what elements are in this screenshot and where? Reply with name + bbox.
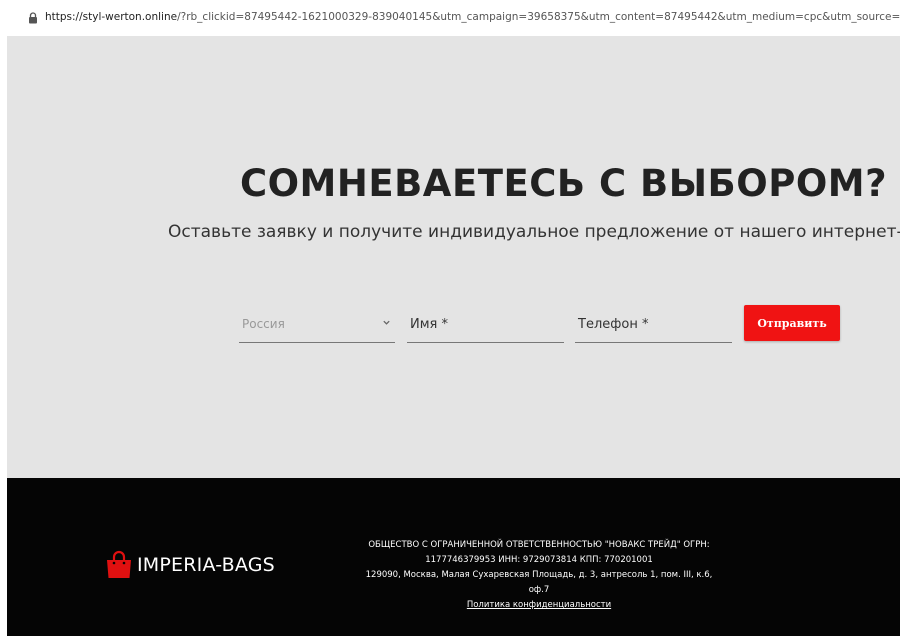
- section-title: СОМНЕВАЕТЕСЬ С ВЫБОРОМ?: [239, 162, 888, 205]
- submit-button[interactable]: Отправить: [744, 305, 840, 341]
- url-text[interactable]: https://styl-werton.online/?rb_clickid=8…: [45, 11, 900, 23]
- phone-placeholder: Телефон *: [578, 317, 649, 332]
- company-line: оф.7: [528, 585, 550, 595]
- bag-icon: [107, 550, 131, 578]
- logo[interactable]: IMPERIA-BAGS: [104, 550, 275, 580]
- privacy-policy-link[interactable]: Политика конфиденциальности: [467, 600, 611, 610]
- company-line: 1177746379953 ИНН: 9729073814 КПП: 77020…: [425, 555, 653, 565]
- logo-text: IMPERIA-BAGS: [137, 554, 275, 576]
- company-line: 129090, Москва, Малая Сухаревская Площад…: [365, 570, 713, 580]
- name-field[interactable]: Имя *: [407, 308, 564, 343]
- country-select[interactable]: Россия: [239, 308, 395, 343]
- callback-section: СОМНЕВАЕТЕСЬ С ВЫБОРОМ? Оставьте заявку …: [7, 36, 900, 478]
- company-line: ОБЩЕСТВО С ОГРАНИЧЕННОЙ ОТВЕТСТВЕННОСТЬЮ…: [368, 540, 710, 550]
- url-path: /?rb_clickid=87495442-1621000329-8390401…: [177, 11, 900, 23]
- company-info: ОБЩЕСТВО С ОГРАНИЧЕННОЙ ОТВЕТСТВЕННОСТЬЮ…: [347, 538, 731, 613]
- section-subtitle: Оставьте заявку и получите индивидуально…: [168, 222, 900, 242]
- lock-icon: [29, 12, 37, 24]
- url-host: https://styl-werton.online: [45, 11, 178, 23]
- chevron-down-icon: [383, 320, 390, 325]
- phone-field[interactable]: Телефон *: [575, 308, 732, 343]
- name-placeholder: Имя *: [410, 317, 448, 332]
- country-value: Россия: [242, 317, 285, 331]
- address-bar[interactable]: https://styl-werton.online/?rb_clickid=8…: [0, 0, 900, 36]
- footer: IMPERIA-BAGS ОБЩЕСТВО С ОГРАНИЧЕННОЙ ОТВ…: [7, 478, 900, 636]
